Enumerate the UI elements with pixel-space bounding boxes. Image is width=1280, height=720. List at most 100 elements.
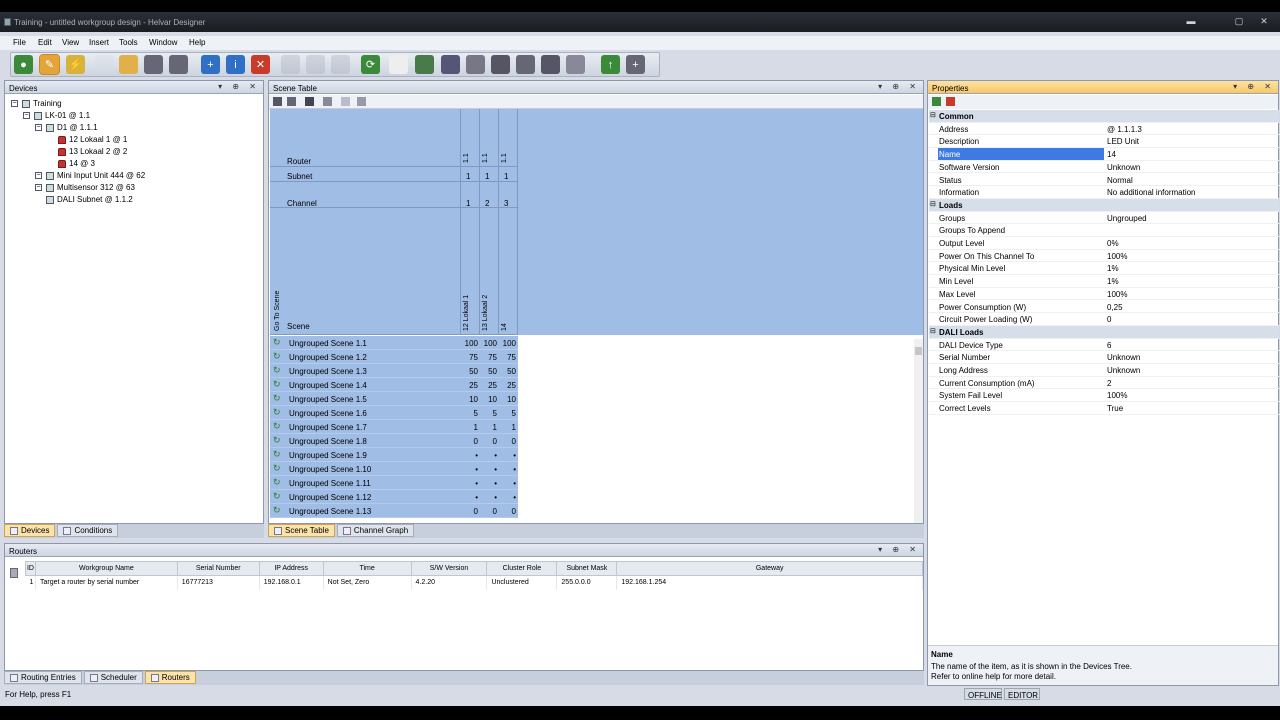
tree-node[interactable]: − Training — [11, 99, 62, 108]
grid-icon[interactable] — [287, 97, 296, 106]
property-value[interactable]: 0,25 — [1107, 303, 1123, 312]
column-header[interactable]: Serial Number — [176, 561, 260, 576]
expand-toggle-icon[interactable]: − — [35, 124, 42, 131]
menu-view[interactable]: View — [62, 38, 79, 47]
column-header[interactable]: S/W Version — [410, 561, 488, 576]
property-value[interactable]: LED Unit — [1107, 137, 1139, 146]
tools-icon[interactable] — [541, 55, 560, 74]
property-category[interactable]: ⊟ Loads — [929, 198, 1279, 212]
table-icon[interactable] — [466, 55, 485, 74]
earth-icon[interactable]: ● — [14, 55, 33, 74]
paste-icon[interactable] — [331, 55, 350, 74]
stop-icon[interactable]: ✕ — [251, 55, 270, 74]
property-row[interactable]: Status Normal — [929, 174, 1279, 187]
column-header[interactable]: ID — [25, 561, 36, 576]
property-row[interactable]: Max Level 100% — [929, 288, 1279, 301]
property-row[interactable]: Min Level 1% — [929, 275, 1279, 288]
scene-level[interactable]: 10 — [460, 395, 478, 404]
property-value[interactable]: 100% — [1107, 252, 1127, 261]
new-file-icon[interactable] — [95, 55, 114, 74]
scene-level[interactable]: 10 — [498, 395, 516, 404]
property-row[interactable]: Physical Min Level 1% — [929, 262, 1279, 276]
scene-level[interactable]: 0 — [498, 507, 516, 516]
property-value[interactable]: @ 1.1.1.3 — [1107, 125, 1142, 134]
tree-node[interactable]: 12 Lokaal 1 @ 1 — [47, 135, 127, 144]
property-row[interactable]: Groups To Append — [929, 224, 1279, 237]
scene-level[interactable]: • — [479, 493, 497, 502]
property-value[interactable]: 14 — [1107, 150, 1116, 159]
property-row[interactable]: System Fail Level 100% — [929, 389, 1279, 403]
scene-level[interactable]: • — [498, 465, 516, 474]
property-row[interactable]: Description LED Unit — [929, 135, 1279, 149]
collapse-icon[interactable]: ⊟ — [930, 111, 936, 119]
scene-level[interactable]: 100 — [498, 339, 516, 348]
scene-level[interactable]: • — [460, 479, 478, 488]
panel-controls[interactable]: ▾ ⊕ ✕ — [878, 545, 920, 554]
scene-row[interactable]: ↻ Ungrouped Scene 1.1 100 100 100 — [270, 336, 518, 350]
panel-controls[interactable]: ▾ ⊕ ✕ — [1233, 82, 1275, 91]
scroll-thumb[interactable] — [915, 347, 922, 355]
go-to-scene-icon[interactable]: ↻ — [273, 366, 282, 375]
close-window-button[interactable]: ✕ — [1255, 15, 1273, 27]
layout-icon[interactable] — [441, 55, 460, 74]
scene-level[interactable]: 5 — [460, 409, 478, 418]
property-row[interactable]: Serial Number Unknown — [929, 351, 1279, 364]
property-value[interactable]: 1% — [1107, 264, 1119, 273]
go-to-scene-icon[interactable]: ↻ — [273, 380, 282, 389]
menu-insert[interactable]: Insert — [89, 38, 109, 47]
scene-level[interactable]: 75 — [460, 353, 478, 362]
property-category[interactable]: ⊟ Common — [929, 110, 1279, 123]
expand-toggle-icon[interactable]: − — [11, 100, 18, 107]
scene-scrollbar[interactable] — [914, 339, 923, 523]
maximize-button[interactable]: ▢ — [1230, 15, 1248, 27]
cut-icon[interactable] — [281, 55, 300, 74]
property-row[interactable]: Power Consumption (W) 0,25 — [929, 301, 1279, 314]
property-value[interactable]: 1% — [1107, 277, 1119, 286]
report-icon[interactable] — [389, 55, 408, 74]
column-header[interactable]: Subnet Mask — [556, 561, 618, 576]
property-value[interactable]: 6 — [1107, 341, 1111, 350]
save-all-icon[interactable] — [169, 55, 188, 74]
lightning-icon[interactable]: ⚡ — [66, 55, 85, 74]
column-header[interactable]: Time — [322, 561, 412, 576]
go-to-scene-icon[interactable]: ↻ — [273, 436, 282, 445]
scene-level[interactable]: 0 — [498, 437, 516, 446]
scene-row[interactable]: ↻ Ungrouped Scene 1.13 0 0 0 — [270, 504, 518, 518]
tree-node[interactable]: − D1 @ 1.1.1 — [35, 123, 98, 132]
expand-toggle-icon[interactable]: − — [23, 112, 30, 119]
go-to-scene-icon[interactable]: ↻ — [273, 394, 282, 403]
scene-level[interactable]: • — [479, 465, 497, 474]
property-value[interactable]: 0% — [1107, 239, 1119, 248]
scene-level[interactable]: 100 — [460, 339, 478, 348]
scene-row[interactable]: ↻ Ungrouped Scene 1.5 10 10 10 — [270, 392, 518, 406]
scene-level[interactable]: • — [498, 451, 516, 460]
scene-row[interactable]: ↻ Ungrouped Scene 1.10 • • • — [270, 462, 518, 476]
property-row[interactable]: Long Address Unknown — [929, 364, 1279, 377]
property-value[interactable]: Ungrouped — [1107, 214, 1147, 223]
property-row[interactable]: Information No additional information — [929, 186, 1279, 199]
gauge-icon[interactable] — [566, 55, 585, 74]
scene-level[interactable]: 1 — [460, 423, 478, 432]
scene-level[interactable]: • — [479, 479, 497, 488]
categorized-icon[interactable] — [932, 97, 941, 106]
plus-icon[interactable]: + — [626, 55, 645, 74]
collapse-icon[interactable]: ⊟ — [930, 200, 936, 208]
info-icon[interactable]: i — [226, 55, 245, 74]
scene-row[interactable]: ↻ Ungrouped Scene 1.2 75 75 75 — [270, 350, 518, 364]
property-value[interactable]: True — [1107, 404, 1123, 413]
go-to-scene-icon[interactable]: ↻ — [273, 464, 282, 473]
tab-scene-table[interactable]: Scene Table — [268, 524, 335, 537]
scene-level[interactable]: • — [460, 451, 478, 460]
property-row[interactable]: Circuit Power Loading (W) 0 — [929, 313, 1279, 326]
tree-node[interactable]: − Multisensor 312 @ 63 — [35, 183, 135, 192]
menu-file[interactable]: File — [13, 38, 26, 47]
scene-row[interactable]: ↻ Ungrouped Scene 1.6 5 5 5 — [270, 406, 518, 420]
person-icon[interactable] — [323, 97, 332, 106]
scene-level[interactable]: 50 — [460, 367, 478, 376]
upload-icon[interactable]: ↑ — [601, 55, 620, 74]
scene-level[interactable]: 25 — [479, 381, 497, 390]
menu-help[interactable]: Help — [189, 38, 205, 47]
tree-node[interactable]: 14 @ 3 — [47, 159, 95, 168]
scene-row[interactable]: ↻ Ungrouped Scene 1.9 • • • — [270, 448, 518, 462]
alphabetical-icon[interactable] — [946, 97, 955, 106]
